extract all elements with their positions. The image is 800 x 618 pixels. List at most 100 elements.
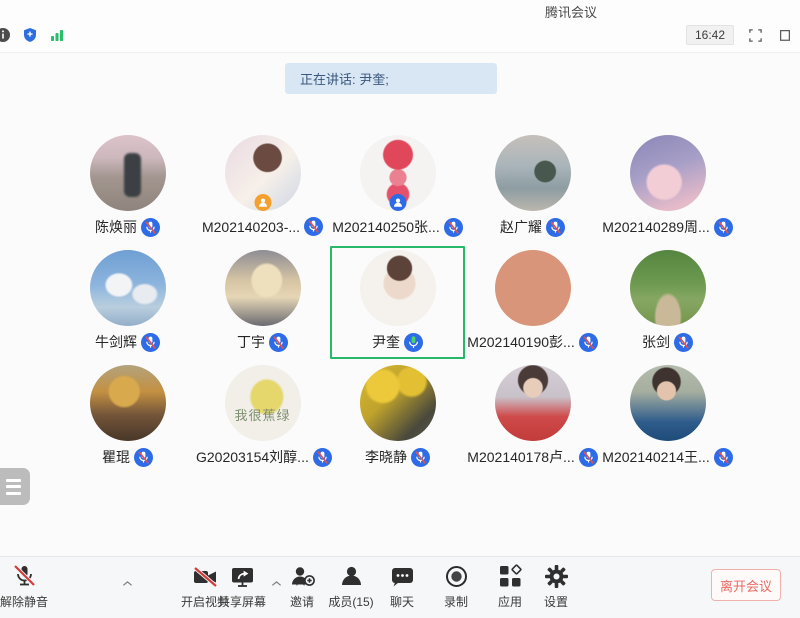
toolbar-button-label: 解除静音 xyxy=(0,593,48,610)
app-title: 腾讯会议 xyxy=(545,2,597,21)
record-icon xyxy=(443,563,470,590)
participant-name: 赵广耀 xyxy=(500,217,542,237)
participant-name: M202140214王... xyxy=(602,447,709,467)
bottom-toolbar: 离开会议 解除静音开启视频共享屏幕邀请成员(15)聊天录制应用设置 xyxy=(0,556,800,618)
shield-icon[interactable] xyxy=(21,26,39,44)
participant-name: 牛剑辉 xyxy=(95,332,137,352)
toolbar-button-label: 共享屏幕 xyxy=(218,593,266,610)
mic-muted-icon xyxy=(304,217,323,236)
participant-name-row: 尹奎 xyxy=(372,332,423,352)
participant-tile[interactable]: 丁宇 xyxy=(195,246,330,359)
chevron-up-icon[interactable] xyxy=(269,577,283,589)
participant-name: M202140289周... xyxy=(602,217,709,237)
participant-name-row: 瞿琨 xyxy=(102,447,153,467)
participant-name: 尹奎 xyxy=(372,332,400,352)
mic-muted-icon xyxy=(674,333,693,352)
participant-tile[interactable]: M202140178卢... xyxy=(465,361,600,474)
participant-tile[interactable]: 赵广耀 xyxy=(465,131,600,244)
statusbar-left xyxy=(0,26,66,44)
avatar xyxy=(90,365,166,441)
participant-name-row: M202140203-... xyxy=(202,217,323,236)
members-icon xyxy=(338,563,365,590)
toolbar-button-settings[interactable]: 设置 xyxy=(518,563,594,610)
mic-off-icon xyxy=(11,563,38,590)
avatar-caption: 我很蕉绿 xyxy=(225,405,301,424)
mic-muted-icon xyxy=(269,333,288,352)
avatar: 我很蕉绿 xyxy=(225,365,301,441)
toolbar-button-label: 邀请 xyxy=(290,593,314,610)
participant-name-row: G20203154刘醇... xyxy=(196,447,329,467)
mic-muted-icon xyxy=(546,218,565,237)
participant-tile[interactable]: 我很蕉绿 G20203154刘醇... xyxy=(195,361,330,474)
avatar xyxy=(630,365,706,441)
avatar xyxy=(495,135,571,211)
mic-muted-icon xyxy=(444,218,463,237)
mic-muted-icon xyxy=(714,218,733,237)
leave-meeting-button[interactable]: 离开会议 xyxy=(711,569,781,601)
avatar xyxy=(495,250,571,326)
mic-muted-icon xyxy=(714,448,733,467)
participant-name-row: 张剑 xyxy=(642,332,693,352)
participant-name: G20203154刘醇... xyxy=(196,447,309,467)
chevron-up-icon[interactable] xyxy=(120,577,134,589)
avatar xyxy=(90,135,166,211)
info-icon[interactable] xyxy=(0,26,12,44)
toolbar-button-mic-off[interactable]: 解除静音 xyxy=(0,563,62,610)
participant-name: M202140250张... xyxy=(332,217,439,237)
participant-name-row: 李晓静 xyxy=(365,447,430,467)
participant-grid: 陈焕丽 M202140203-... M202140250张... 赵广耀 M20214… xyxy=(60,131,738,476)
settings-icon xyxy=(543,563,570,590)
participant-name: 张剑 xyxy=(642,332,670,352)
participant-tile[interactable]: M202140203-... xyxy=(195,131,330,244)
meeting-window: 腾讯会议 16:42 正在讲话: 尹奎; 陈焕丽M202140203- xyxy=(0,0,800,618)
participant-tile[interactable]: 牛剑辉 xyxy=(60,246,195,359)
speaking-banner: 正在讲话: 尹奎; xyxy=(285,63,497,94)
participant-tile[interactable]: M202140214王... xyxy=(600,361,735,474)
signal-icon[interactable] xyxy=(48,26,66,44)
chat-icon xyxy=(389,563,416,590)
avatar xyxy=(360,135,436,211)
participant-name: 陈焕丽 xyxy=(95,217,137,237)
participant-name-row: 牛剑辉 xyxy=(95,332,160,352)
participant-tile[interactable]: 瞿琨 xyxy=(60,361,195,474)
avatar xyxy=(225,250,301,326)
participant-name: M202140190彭... xyxy=(467,332,574,352)
participant-tile[interactable]: M202140250张... xyxy=(330,131,465,244)
participant-name-row: M202140214王... xyxy=(602,447,732,467)
share-screen-icon xyxy=(229,563,256,590)
speaking-banner-text: 正在讲话: 尹奎; xyxy=(300,69,389,88)
participant-tile[interactable]: 张剑 xyxy=(600,246,735,359)
statusbar-right: 16:42 xyxy=(686,25,794,45)
participant-name: M202140178卢... xyxy=(467,447,574,467)
toolbar-button-label: 设置 xyxy=(544,593,568,610)
cohost-badge-icon xyxy=(389,194,406,211)
mic-muted-icon xyxy=(411,448,430,467)
mic-muted-icon xyxy=(313,448,332,467)
participant-tile[interactable]: M202140289周... xyxy=(600,131,735,244)
window-icon[interactable] xyxy=(776,26,794,44)
mic-muted-icon xyxy=(141,333,160,352)
avatar xyxy=(495,365,571,441)
menu-handle-icon[interactable] xyxy=(0,468,30,505)
participant-name: 丁宇 xyxy=(237,332,265,352)
participant-name: 瞿琨 xyxy=(102,447,130,467)
titlebar: 腾讯会议 xyxy=(0,0,800,20)
fullscreen-icon[interactable] xyxy=(746,26,764,44)
statusbar: 16:42 xyxy=(0,20,800,53)
participant-tile[interactable]: 李晓静 xyxy=(330,361,465,474)
toolbar-button-label: 聊天 xyxy=(390,593,414,610)
avatar xyxy=(360,250,436,326)
participant-tile[interactable]: 陈焕丽 xyxy=(60,131,195,244)
participant-tile[interactable]: M202140190彭... xyxy=(465,246,600,359)
invite-icon xyxy=(289,563,316,590)
toolbar-button-label: 录制 xyxy=(444,593,468,610)
participant-name: 李晓静 xyxy=(365,447,407,467)
avatar xyxy=(90,250,166,326)
mic-muted-icon xyxy=(134,448,153,467)
avatar xyxy=(630,135,706,211)
participant-tile-active-speaker[interactable]: 尹奎 xyxy=(330,246,465,359)
participant-name: M202140203-... xyxy=(202,219,300,235)
clock: 16:42 xyxy=(686,25,734,45)
mic-muted-icon xyxy=(141,218,160,237)
participant-name-row: 陈焕丽 xyxy=(95,217,160,237)
